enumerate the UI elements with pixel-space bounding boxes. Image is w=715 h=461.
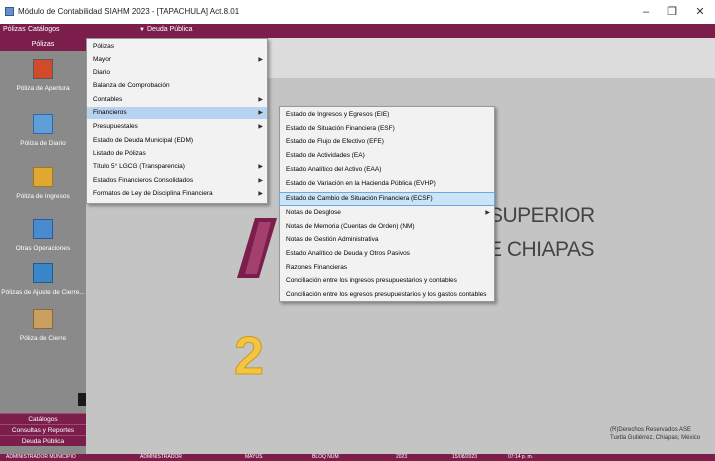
menu-item-contables[interactable]: Contables ▶ bbox=[87, 94, 267, 106]
menu-item-razones[interactable]: Razones Financieras bbox=[280, 262, 494, 274]
menu-item-consolidados[interactable]: Estados Financieros Consolidados ▶ bbox=[87, 175, 267, 187]
menu-bar: Pólizas Catálogos ▼ Deuda Pública bbox=[0, 24, 715, 38]
sidebar-item-poliza-diario[interactable]: Póliza de Diario bbox=[0, 110, 86, 165]
status-bar: ADMINISTRADOR MUNICIPIO ADMINISTRADOR MA… bbox=[0, 454, 715, 461]
menu-item-presupuestales[interactable]: Presupuestales ▶ bbox=[87, 121, 267, 133]
status-user-role: ADMINISTRADOR MUNICIPIO bbox=[6, 454, 76, 460]
sidebar-item-poliza-cierre[interactable]: Póliza de Cierre bbox=[0, 305, 86, 360]
adjust-icon bbox=[33, 263, 53, 283]
title-bar: Módulo de Contabilidad SIAHM 2023 - [TAP… bbox=[0, 0, 715, 24]
menu-item-conciliacion-egresos[interactable]: Conciliación entre los egresos presupues… bbox=[280, 289, 494, 301]
menu-catalogos[interactable]: Catálogos bbox=[28, 26, 60, 33]
logo-mark-icon bbox=[237, 218, 277, 278]
transfer-icon bbox=[33, 219, 53, 239]
chevron-right-icon: ▶ bbox=[258, 97, 263, 103]
sidebar-scrollbar[interactable] bbox=[78, 393, 86, 406]
chevron-right-icon: ▶ bbox=[258, 124, 263, 130]
sidebar: Pólizas Póliza de Apertura Póliza de Dia… bbox=[0, 38, 86, 454]
window-title: Módulo de Contabilidad SIAHM 2023 - [TAP… bbox=[18, 7, 240, 16]
status-year: 2023 bbox=[396, 454, 408, 460]
income-icon bbox=[33, 167, 53, 187]
menu-item-efe[interactable]: Estado de Flujo de Efectivo (EFE) bbox=[280, 136, 494, 148]
maximize-button[interactable]: ❐ bbox=[662, 4, 682, 20]
sidebar-item-poliza-ingresos[interactable]: Póliza de Ingresos bbox=[0, 163, 86, 218]
reports-menu: Pólizas Mayor ▶ Diario Balanza de Comprob… bbox=[86, 38, 268, 204]
sidebar-item-poliza-apertura[interactable]: Póliza de Apertura bbox=[0, 55, 86, 110]
menu-item-notas-memoria[interactable]: Notas de Memoria (Cuentas de Orden) (NM) bbox=[280, 221, 494, 233]
sidebar-item-label: Póliza de Apertura bbox=[16, 85, 70, 92]
sidebar-item-label: Póliza de Diario bbox=[20, 140, 66, 147]
logo-text-line2: E CHIAPAS bbox=[488, 238, 594, 261]
menu-item-eaa[interactable]: Estado Analítico del Activo (EAA) bbox=[280, 164, 494, 176]
chevron-right-icon: ▶ bbox=[258, 178, 263, 184]
menu-item-eie[interactable]: Estado de Ingresos y Egresos (EIE) bbox=[280, 109, 494, 121]
sidebar-catalogos-button[interactable]: Catálogos bbox=[0, 413, 86, 424]
menu-item-balanza[interactable]: Balanza de Comprobación bbox=[87, 80, 267, 92]
menu-item-disciplina[interactable]: Formatos de Ley de Disciplina Financiera… bbox=[87, 188, 267, 200]
copyright: (R)Derechos Reservados ASE Tuxtla Gutiér… bbox=[610, 427, 701, 441]
dropdown-arrow-icon[interactable]: ▼ bbox=[139, 27, 145, 33]
status-time: 07:14 p. m. bbox=[508, 454, 534, 460]
chevron-right-icon: ▶ bbox=[485, 210, 490, 216]
menu-deuda-publica[interactable]: Deuda Pública bbox=[147, 26, 193, 33]
lock-book-icon bbox=[33, 309, 53, 329]
ledger-icon bbox=[33, 114, 53, 134]
close-button[interactable]: ✕ bbox=[690, 4, 710, 20]
sidebar-item-label: Póliza de Cierre bbox=[19, 335, 67, 342]
annotation-number: 2 bbox=[233, 326, 265, 387]
sidebar-deuda-button[interactable]: Deuda Pública bbox=[0, 435, 86, 446]
menu-item-edm[interactable]: Estado de Deuda Municipal (EDM) bbox=[87, 135, 267, 147]
menu-item-listado[interactable]: Listado de Pólizas bbox=[87, 148, 267, 160]
menu-item-ecsf[interactable]: Estado de Cambio de Situación Financiera… bbox=[279, 192, 495, 206]
red-book-icon bbox=[33, 59, 53, 79]
menu-item-notas-desglose[interactable]: Notas de Desglose ▶ bbox=[280, 207, 494, 219]
menu-item-financieros[interactable]: Financieros ▶ bbox=[87, 107, 267, 119]
sidebar-consultas-button[interactable]: Consultas y Reportes bbox=[0, 424, 86, 435]
menu-item-ea[interactable]: Estado de Actividades (EA) bbox=[280, 150, 494, 162]
sidebar-header[interactable]: Pólizas bbox=[0, 38, 86, 51]
status-numlock: BLOQ NUM bbox=[312, 454, 339, 460]
chevron-right-icon: ▶ bbox=[258, 164, 263, 170]
sidebar-item-label: Otras Operaciones bbox=[15, 245, 71, 252]
menu-item-esf[interactable]: Estado de Situación Financiera (ESF) bbox=[280, 123, 494, 135]
menu-item-titulo5[interactable]: Título 5° LGCG (Transparencia) ▶ bbox=[87, 161, 267, 173]
menu-item-notas-gestion[interactable]: Notas de Gestión Administrativa bbox=[280, 234, 494, 246]
menu-item-conciliacion-ingresos[interactable]: Conciliación entre los ingresos presupue… bbox=[280, 275, 494, 287]
menu-item-diario[interactable]: Diario bbox=[87, 67, 267, 79]
menu-item-mayor[interactable]: Mayor ▶ bbox=[87, 54, 267, 66]
menu-polizas[interactable]: Pólizas bbox=[3, 26, 26, 33]
sidebar-item-label: Pólizas de Ajuste de Cierre... bbox=[1, 289, 85, 296]
menu-item-evhp[interactable]: Estado de Variación en la Hacienda Públi… bbox=[280, 178, 494, 190]
financieros-submenu: Estado de Ingresos y Egresos (EIE) Estad… bbox=[279, 106, 495, 302]
app-icon bbox=[5, 7, 14, 16]
status-caps: MAYUS bbox=[245, 454, 263, 460]
minimize-button[interactable]: – bbox=[636, 4, 656, 20]
chevron-right-icon: ▶ bbox=[258, 110, 263, 116]
menu-item-analitico-deuda[interactable]: Estado Analítico de Deuda y Otros Pasivo… bbox=[280, 248, 494, 260]
status-user: ADMINISTRADOR bbox=[140, 454, 182, 460]
status-date: 15/08/2023 bbox=[452, 454, 478, 460]
menu-item-polizas[interactable]: Pólizas bbox=[87, 41, 267, 53]
chevron-right-icon: ▶ bbox=[258, 191, 263, 197]
chevron-right-icon: ▶ bbox=[258, 57, 263, 63]
sidebar-item-label: Póliza de Ingresos bbox=[16, 193, 70, 200]
logo-text-line1: SUPERIOR bbox=[489, 204, 595, 227]
